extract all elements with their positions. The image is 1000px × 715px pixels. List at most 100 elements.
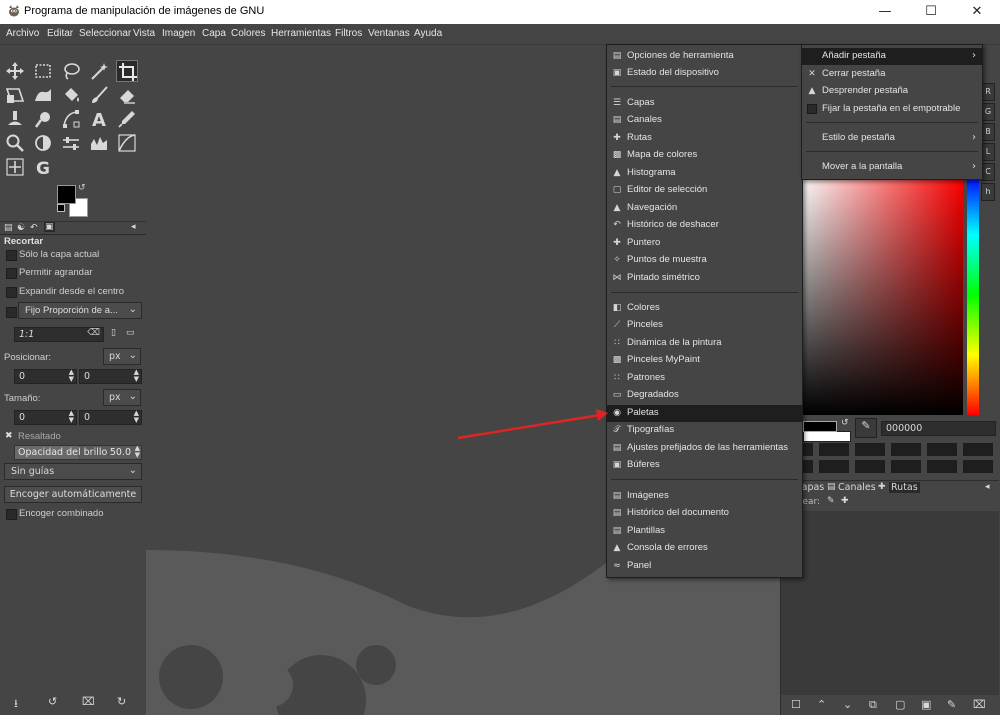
color-history-swatch[interactable] xyxy=(819,460,849,473)
color-selector-square[interactable] xyxy=(803,175,963,415)
highlight-check-icon[interactable]: ✖ xyxy=(5,431,13,441)
dodge-burn-tool-icon[interactable] xyxy=(32,132,54,154)
stroke-path-icon[interactable]: ✎ xyxy=(947,698,956,711)
rect-select-tool-icon[interactable] xyxy=(32,60,54,82)
only-current-layer-checkbox[interactable] xyxy=(6,250,17,261)
menu-item-channels[interactable]: ▤ Canales xyxy=(607,112,802,129)
spin-arrows-icon[interactable]: ▲ ▼ xyxy=(134,410,139,424)
bucket-fill-tool-icon[interactable] xyxy=(60,84,82,106)
menu-colores[interactable]: Colores xyxy=(231,28,265,39)
hex-input[interactable]: 000000 xyxy=(881,421,996,436)
align-tool-icon[interactable] xyxy=(4,156,26,178)
fixed-aspect-dropdown[interactable]: Fijo Proporción de a... ⌄ xyxy=(18,302,142,319)
tool-options-tab-icon[interactable]: ▤ xyxy=(4,223,13,233)
spin-arrows-icon[interactable]: ▲ ▼ xyxy=(69,410,74,424)
menu-item-device-status[interactable]: ▣ Estado del dispositivo xyxy=(607,65,802,82)
menu-item-mypaint-brushes[interactable]: ▩ Pinceles MyPaint xyxy=(607,352,802,369)
menu-item-add-tab[interactable]: Añadir pestaña › xyxy=(802,48,982,65)
position-x-input[interactable]: 0 ▲ ▼ xyxy=(14,369,77,384)
hue-slider[interactable] xyxy=(967,175,979,415)
channel-tab-r[interactable]: R xyxy=(981,83,995,101)
restore-tool-preset-icon[interactable]: ↺ xyxy=(48,695,57,708)
menu-item-undo-history[interactable]: ↶ Histórico de deshacer xyxy=(607,217,802,234)
clone-tool-icon[interactable] xyxy=(4,108,26,130)
color-history-swatch[interactable] xyxy=(891,460,921,473)
menu-vista[interactable]: Vista xyxy=(133,28,155,39)
menu-imagen[interactable]: Imagen xyxy=(162,28,195,39)
minimize-button[interactable]: — xyxy=(862,0,908,24)
paintbrush-tool-icon[interactable] xyxy=(88,84,110,106)
menu-item-close-tab[interactable]: ✕ Cerrar pestaña xyxy=(802,66,982,83)
duplicate-path-icon[interactable]: ⧉ xyxy=(869,698,877,712)
selection-to-path-icon[interactable]: ▣ xyxy=(921,698,931,711)
swap-colors-icon[interactable]: ↺ xyxy=(841,418,849,428)
menu-item-layers[interactable]: ☰ Capas xyxy=(607,95,802,112)
menu-archivo[interactable]: Archivo xyxy=(6,28,39,39)
menu-seleccionar[interactable]: Seleccionar xyxy=(79,28,131,39)
menu-item-selection-editor[interactable]: ▢ Editor de selección xyxy=(607,182,802,199)
spin-arrows-icon[interactable]: ▲ ▼ xyxy=(69,369,74,383)
raise-path-icon[interactable]: ⌃ xyxy=(817,698,826,711)
configure-tab-icon[interactable]: ◂ xyxy=(985,482,990,492)
menu-item-tool-presets[interactable]: ▤ Ajustes prefijados de las herramientas xyxy=(607,440,802,457)
lower-path-icon[interactable]: ⌄ xyxy=(843,698,852,711)
menu-item-templates[interactable]: ▤ Plantillas xyxy=(607,523,802,540)
color-history-swatch[interactable] xyxy=(855,443,885,456)
menu-item-buffers[interactable]: ▣ Búferes xyxy=(607,457,802,474)
lock-position-icon[interactable]: ✚ xyxy=(841,496,849,506)
menu-item-brushes[interactable]: ⟋ Pinceles xyxy=(607,317,802,334)
default-colors-icon[interactable] xyxy=(57,204,65,212)
color-history-swatch[interactable] xyxy=(927,460,957,473)
menu-item-palettes[interactable]: ◉ Paletas xyxy=(607,405,802,422)
levels-tool-icon[interactable] xyxy=(60,132,82,154)
allow-growing-checkbox[interactable] xyxy=(6,268,17,279)
crop-tool-icon[interactable] xyxy=(116,60,138,82)
menu-item-pointer[interactable]: ✚ Puntero xyxy=(607,235,802,252)
smudge-tool-icon[interactable] xyxy=(32,108,54,130)
device-status-tab-icon[interactable]: ☯ xyxy=(17,223,25,233)
size-unit-dropdown[interactable]: px ⌄ xyxy=(103,389,141,406)
images-tab-icon[interactable]: ▣ xyxy=(44,222,55,232)
channel-tab-b[interactable]: B xyxy=(981,123,995,141)
menu-item-navigation[interactable]: ▲ Navegación xyxy=(607,200,802,217)
menu-item-move-to-screen[interactable]: Mover a la pantalla › xyxy=(802,159,982,176)
close-button[interactable]: ✕ xyxy=(954,0,1000,24)
tab-paths[interactable]: Rutas xyxy=(889,482,920,493)
fuzzy-select-tool-icon[interactable] xyxy=(88,60,110,82)
menu-item-fonts[interactable]: 𝒯 Tipografías xyxy=(607,422,802,439)
menu-item-symmetry-painting[interactable]: ⋈ Pintado simétrico xyxy=(607,270,802,287)
paths-tool-icon[interactable] xyxy=(60,108,82,130)
eraser-tool-icon[interactable] xyxy=(116,84,138,106)
brightness-opacity-slider[interactable]: Opacidad del brillo 50.0 ▲ ▼ xyxy=(14,445,142,460)
landscape-icon[interactable]: ▭ xyxy=(126,328,135,338)
menu-item-histogram[interactable]: ▲ Histograma xyxy=(607,165,802,182)
menu-editar[interactable]: Editar xyxy=(47,28,73,39)
menu-filtros[interactable]: Filtros xyxy=(335,28,362,39)
position-y-input[interactable]: 0 ▲ ▼ xyxy=(79,369,142,384)
menu-item-images[interactable]: ▤ Imágenes xyxy=(607,488,802,505)
clear-input-icon[interactable]: ⌫ xyxy=(87,328,100,338)
portrait-icon[interactable]: ▯ xyxy=(111,328,116,338)
guides-dropdown[interactable]: Sin guías ⌄ xyxy=(4,463,142,480)
auto-shrink-button[interactable]: Encoger automáticamente xyxy=(4,486,142,503)
paths-list[interactable] xyxy=(781,511,999,695)
color-history-swatch[interactable] xyxy=(855,460,885,473)
ratio-input[interactable]: 1:1 ⌫ xyxy=(14,327,104,342)
menu-item-document-history[interactable]: ▤ Histórico del documento xyxy=(607,505,802,522)
undo-history-tab-icon[interactable]: ↶ xyxy=(30,223,38,233)
menu-item-gradients[interactable]: ▭ Degradados xyxy=(607,387,802,404)
menu-item-colormap[interactable]: ▩ Mapa de colores xyxy=(607,147,802,164)
spin-arrows-icon[interactable]: ▲ ▼ xyxy=(134,369,139,383)
menu-item-colors[interactable]: ◧ Colores xyxy=(607,300,802,317)
channel-tab-c[interactable]: C xyxy=(981,163,995,181)
menu-ayuda[interactable]: Ayuda xyxy=(414,28,442,39)
color-picker-icon[interactable]: ✎ xyxy=(855,418,877,438)
lasso-tool-icon[interactable] xyxy=(60,60,82,82)
menu-item-sample-points[interactable]: ✧ Puntos de muestra xyxy=(607,252,802,269)
move-tool-icon[interactable] xyxy=(4,60,26,82)
color-history-swatch[interactable] xyxy=(963,443,993,456)
menu-item-tool-options[interactable]: ▤ Opciones de herramienta xyxy=(607,48,802,65)
size-width-input[interactable]: 0 ▲ ▼ xyxy=(14,410,77,425)
delete-tool-preset-icon[interactable]: ⌧ xyxy=(82,695,95,708)
menu-item-paint-dynamics[interactable]: ∷ Dinámica de la pintura xyxy=(607,335,802,352)
